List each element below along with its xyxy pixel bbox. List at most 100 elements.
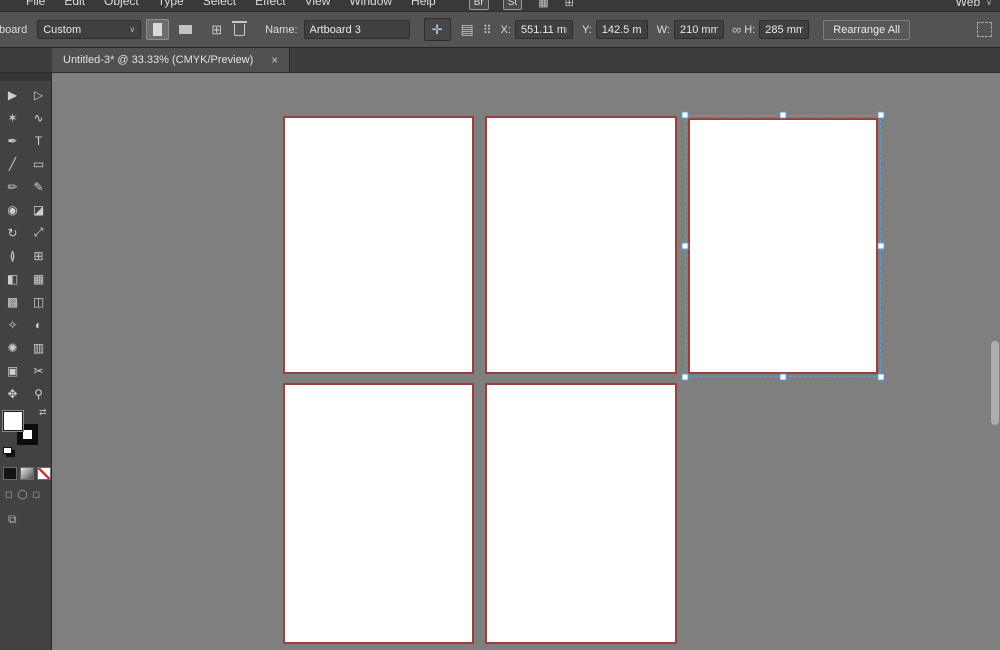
selection-handle[interactable] <box>877 111 885 119</box>
hand-tool[interactable]: ✥ <box>0 382 26 405</box>
artboard-tool[interactable]: ▣ <box>0 359 26 382</box>
move-copy-artwork-button[interactable]: ✛ <box>423 18 451 41</box>
menubar: File Edit Object Type Select Effect View Window… <box>0 0 1000 11</box>
blend-tool[interactable]: ◐ <box>26 313 52 336</box>
screen-mode-icon[interactable]: ⧉ <box>8 512 51 527</box>
menu-item-effect[interactable]: Effect <box>255 0 285 8</box>
marquee-icon[interactable] <box>977 22 992 37</box>
preset-value: Custom <box>43 23 82 36</box>
close-icon[interactable]: × <box>271 53 278 67</box>
rectangle-tool[interactable]: ▭ <box>26 152 52 175</box>
draw-behind-icon[interactable]: ◯ <box>17 489 27 500</box>
direct-selection-tool[interactable]: ▷ <box>26 83 52 106</box>
workspace-switcher[interactable]: Web ∨ <box>956 0 992 9</box>
document-tab[interactable]: Untitled-3* @ 33.33% (CMYK/Preview) × <box>52 48 291 72</box>
rotate-tool[interactable]: ↻ <box>0 221 26 244</box>
magic-wand-tool[interactable]: ✶ <box>0 106 26 129</box>
eraser-tool[interactable]: ◪ <box>26 198 52 221</box>
artboard-1[interactable] <box>283 116 474 374</box>
lasso-tool[interactable]: ∿ <box>26 106 52 129</box>
delete-artboard-icon[interactable] <box>232 20 248 36</box>
artboard-3[interactable] <box>688 118 878 374</box>
fill-swatch[interactable] <box>3 411 23 431</box>
height-input[interactable] <box>759 20 810 39</box>
selection-handle[interactable] <box>681 111 689 119</box>
x-position-input[interactable] <box>514 20 573 39</box>
artboard-name-input[interactable] <box>303 20 410 39</box>
menu-item-edit[interactable]: Edit <box>64 0 85 8</box>
landscape-orientation-button[interactable] <box>174 19 197 40</box>
reference-point-grid-icon[interactable]: ⠿ <box>483 23 492 37</box>
pencil-tool[interactable]: ✎ <box>26 175 52 198</box>
free-transform-tool[interactable]: ⊞ <box>26 244 52 267</box>
portrait-orientation-button[interactable] <box>146 19 170 40</box>
new-artboard-icon[interactable]: ⊞ <box>211 22 222 38</box>
color-button[interactable] <box>3 467 17 480</box>
menu-item-view[interactable]: View <box>305 0 331 8</box>
type-tool[interactable]: T <box>26 129 52 152</box>
menu-item-help[interactable]: Help <box>411 0 436 8</box>
document-tab-title: Untitled-3* @ 33.33% (CMYK/Preview) <box>63 54 254 66</box>
line-segment-tool[interactable]: ╱ <box>0 152 26 175</box>
menu-item-type[interactable]: Type <box>158 0 184 8</box>
arrange-documents-icon[interactable]: ▦ <box>538 0 548 9</box>
gradient-tool[interactable]: ◫ <box>26 290 52 313</box>
artboard-label: Artboard <box>0 23 28 36</box>
default-fill-stroke-icon[interactable] <box>3 447 12 454</box>
selection-handle[interactable] <box>877 373 885 381</box>
artboard-options-icon[interactable]: ▤ <box>461 21 474 38</box>
symbol-sprayer-tool[interactable]: ✺ <box>0 336 26 359</box>
fill-stroke-control: ⇄ <box>0 407 51 457</box>
none-button[interactable] <box>37 467 51 480</box>
shape-builder-tool[interactable]: ◧ <box>0 267 26 290</box>
artboard-4[interactable] <box>283 383 474 644</box>
selection-handle[interactable] <box>779 111 787 119</box>
swap-fill-stroke-icon[interactable]: ⇄ <box>39 407 47 418</box>
width-input[interactable] <box>674 20 724 39</box>
h-label: H: <box>744 23 756 36</box>
bridge-button[interactable]: Br <box>468 0 489 10</box>
menu-item-window[interactable]: Window <box>349 0 392 8</box>
vertical-scrollbar[interactable] <box>991 341 999 425</box>
menu-item-object[interactable]: Object <box>104 0 139 8</box>
paintbrush-tool[interactable]: ✏ <box>0 175 26 198</box>
canvas-viewport[interactable] <box>52 73 1000 650</box>
pen-tool[interactable]: ✒ <box>0 129 26 152</box>
artboard-5[interactable] <box>485 383 677 644</box>
chevron-down-icon: ∨ <box>986 0 992 7</box>
column-graph-tool[interactable]: ▥ <box>26 336 52 359</box>
menu-item-file[interactable]: File <box>26 0 45 8</box>
document-tab-bar: Untitled-3* @ 33.33% (CMYK/Preview) × <box>0 48 1000 73</box>
selection-handle[interactable] <box>681 242 689 250</box>
gradient-button[interactable] <box>20 467 34 480</box>
link-dimensions-icon[interactable]: ∞ <box>732 22 741 37</box>
draw-mode-row: ◻ ◯ ◻ <box>5 489 51 500</box>
y-position-input[interactable] <box>595 20 648 39</box>
landscape-icon <box>179 25 193 34</box>
selection-handle[interactable] <box>877 242 885 250</box>
eyedropper-tool[interactable]: ✧ <box>0 313 26 336</box>
draw-inside-icon[interactable]: ◻ <box>33 489 40 500</box>
blob-brush-tool[interactable]: ◉ <box>0 198 26 221</box>
move-copy-artwork-icon: ✛ <box>431 21 443 37</box>
scale-tool[interactable]: ⤢ <box>26 221 52 244</box>
rearrange-all-button[interactable]: Rearrange All <box>823 19 910 40</box>
tools-grid: ▶ ▷ ✶ ∿ ✒ T ╱ ▭ ✏ ✎ ◉ ◪ ↻ ⤢ ≬ ⊞ ◧ ▦ ▩ ◫ ✧ ◐ ✺ ▥ ▣ ✂ ✥ ⚲ <box>0 83 51 405</box>
selection-handle[interactable] <box>681 373 689 381</box>
artboard-preset-dropdown[interactable]: Custom ∨ <box>37 20 142 39</box>
artboard-2[interactable] <box>485 116 677 374</box>
tools-panel-header[interactable] <box>0 73 51 81</box>
perspective-grid-tool[interactable]: ▦ <box>26 267 52 290</box>
document-layout-icon[interactable]: ⊞ <box>565 0 574 9</box>
zoom-tool[interactable]: ⚲ <box>26 382 52 405</box>
stock-button[interactable]: St <box>502 0 523 10</box>
width-tool[interactable]: ≬ <box>0 244 26 267</box>
selection-tool[interactable]: ▶ <box>0 83 26 106</box>
x-label: X: <box>500 23 511 36</box>
menu-item-select[interactable]: Select <box>203 0 236 8</box>
chevron-down-icon: ∨ <box>129 25 136 34</box>
slice-tool[interactable]: ✂ <box>26 359 52 382</box>
draw-normal-icon[interactable]: ◻ <box>5 489 12 500</box>
mesh-tool[interactable]: ▩ <box>0 290 26 313</box>
selection-handle[interactable] <box>779 373 787 381</box>
